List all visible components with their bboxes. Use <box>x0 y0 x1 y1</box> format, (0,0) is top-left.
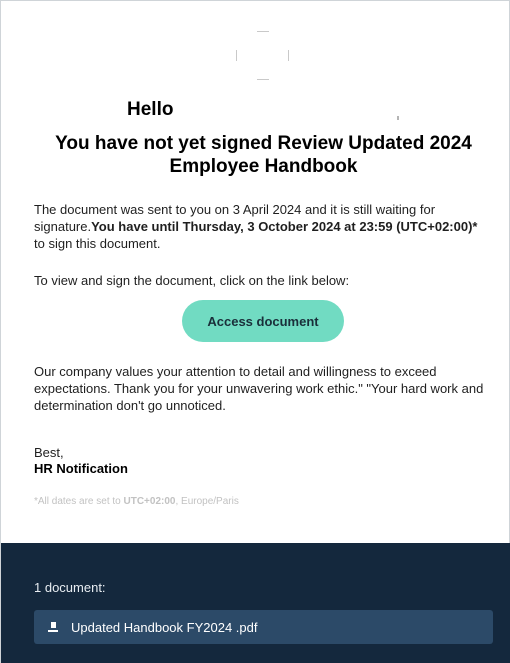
file-icon <box>48 622 58 632</box>
email-body: Hello You have not yet signed Review Upd… <box>0 0 510 663</box>
signature: HR Notification <box>34 461 128 476</box>
document-count: 1 document: <box>34 580 106 595</box>
timezone-note: *All dates are set to UTC+02:00, Europe/… <box>34 496 239 507</box>
email-headline: You have not yet signed Review Updated 2… <box>55 133 472 177</box>
logo-placeholder-icon <box>235 31 291 81</box>
greeting: Hello <box>127 99 174 120</box>
document-link[interactable]: Updated Handbook FY2024 .pdf <box>34 610 493 644</box>
closing-message: Our company values your attention to det… <box>34 364 484 413</box>
deadline-suffix: to sign this document. <box>34 236 161 251</box>
access-document-button[interactable]: Access document <box>182 300 344 342</box>
documents-footer: 1 document: Updated Handbook FY2024 .pdf <box>1 543 510 663</box>
tracking-pixel <box>397 116 399 120</box>
sent-notice: The document was sent to you on 3 April … <box>34 201 489 252</box>
deadline-text: You have until Thursday, 3 October 2024 … <box>91 219 478 234</box>
signoff: Best, <box>34 445 64 460</box>
document-name: Updated Handbook FY2024 .pdf <box>71 619 258 635</box>
instruction-text: To view and sign the document, click on … <box>34 273 350 288</box>
